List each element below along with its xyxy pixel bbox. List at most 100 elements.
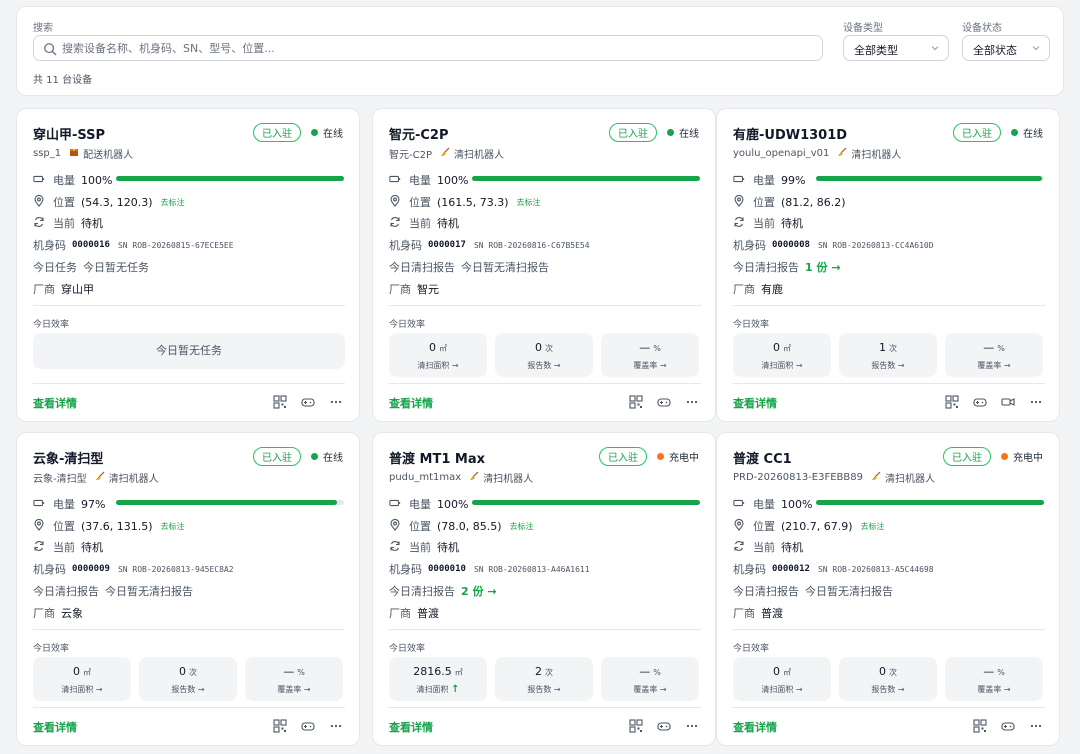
search-box[interactable] bbox=[33, 35, 823, 61]
qrcode-icon[interactable] bbox=[629, 394, 643, 409]
metric-tile[interactable]: 0 ㎡ 清扫面积 → bbox=[733, 333, 831, 377]
task-row: 今日任务 今日暂无任务 bbox=[33, 259, 149, 275]
mark-link[interactable]: 去标注 bbox=[517, 197, 541, 208]
metric-unit: % bbox=[653, 668, 661, 677]
report-link[interactable]: 1 份 → bbox=[805, 259, 841, 275]
qrcode-icon[interactable] bbox=[973, 718, 987, 733]
metric-tile[interactable]: 0 ㎡ 清扫面积 → bbox=[733, 657, 831, 701]
mark-link[interactable]: 去标注 bbox=[161, 521, 185, 532]
report-link[interactable]: 2 份 → bbox=[461, 583, 497, 599]
divider bbox=[733, 383, 1045, 384]
view-detail-link[interactable]: 查看详情 bbox=[733, 719, 777, 735]
vendor-value: 云象 bbox=[61, 607, 83, 620]
gamepad-icon[interactable] bbox=[301, 718, 315, 732]
broom-icon bbox=[829, 147, 851, 160]
broom-icon bbox=[461, 471, 483, 484]
device-type: 清扫机器人 bbox=[885, 474, 935, 485]
gamepad-icon[interactable] bbox=[301, 394, 315, 408]
metric-tile[interactable]: —% 覆盖率 → bbox=[945, 657, 1043, 701]
metric-unit: 次 bbox=[889, 344, 897, 353]
device-name: 智元-C2P bbox=[389, 128, 449, 143]
qrcode-icon[interactable] bbox=[945, 394, 959, 409]
filter-panel: 搜索 设备类型 全部类型 设备状态 全部状态 共 11 台设备 bbox=[16, 6, 1064, 96]
metric-tile[interactable]: 0 ㎡ 清扫面积 → bbox=[33, 657, 131, 701]
view-detail-link[interactable]: 查看详情 bbox=[389, 719, 433, 735]
metric-tile[interactable]: 0次 报告数 → bbox=[495, 333, 593, 377]
metric-tile[interactable]: 2次 报告数 → bbox=[495, 657, 593, 701]
mark-link[interactable]: 去标注 bbox=[510, 521, 534, 532]
metric-value: 2816.5 bbox=[413, 665, 452, 678]
joined-badge: 已入驻 bbox=[943, 447, 991, 466]
metric-value: 2 bbox=[535, 665, 542, 678]
metric-tile[interactable]: —% 覆盖率 → bbox=[601, 333, 699, 377]
divider bbox=[733, 629, 1045, 630]
mark-link[interactable]: 去标注 bbox=[861, 521, 885, 532]
device-model: youlu_openapi_v01 bbox=[733, 148, 830, 159]
gamepad-icon[interactable] bbox=[657, 394, 671, 408]
battery-value: 100% bbox=[437, 497, 469, 511]
metric-tile[interactable]: —% 覆盖率 → bbox=[601, 657, 699, 701]
position-value: (210.7, 67.9) bbox=[781, 519, 853, 533]
battery-label: 电量 bbox=[409, 498, 431, 511]
current-row: 当前 待机 bbox=[389, 539, 459, 555]
device-model: ssp_1 bbox=[33, 148, 62, 159]
status-dot bbox=[311, 453, 318, 460]
qrcode-icon[interactable] bbox=[273, 394, 287, 409]
gamepad-icon[interactable] bbox=[657, 718, 671, 732]
current-value: 待机 bbox=[781, 217, 803, 230]
metric-tile[interactable]: 0 ㎡ 清扫面积 → bbox=[389, 333, 487, 377]
more-icon[interactable] bbox=[329, 718, 343, 732]
battery-value: 97% bbox=[81, 497, 106, 511]
metric-value: — bbox=[639, 341, 651, 354]
video-icon[interactable] bbox=[1001, 394, 1015, 408]
location-icon bbox=[733, 194, 753, 210]
metric-value: 0 bbox=[429, 341, 436, 354]
metric-tile[interactable]: —% 覆盖率 → bbox=[945, 333, 1043, 377]
more-icon[interactable] bbox=[1029, 394, 1043, 408]
metric-tile[interactable]: —% 覆盖率 → bbox=[245, 657, 343, 701]
device-type: 清扫机器人 bbox=[851, 150, 902, 161]
divider bbox=[33, 305, 345, 306]
gamepad-icon[interactable] bbox=[973, 394, 987, 408]
metric-tile[interactable]: 0次 报告数 → bbox=[139, 657, 237, 701]
qrcode-icon[interactable] bbox=[629, 718, 643, 733]
device-count: 共 11 台设备 bbox=[33, 75, 93, 86]
metric-label: 清扫面积 → bbox=[761, 361, 803, 370]
current-label: 当前 bbox=[753, 217, 775, 230]
qrcode-icon[interactable] bbox=[273, 718, 287, 733]
code-label: 机身码 bbox=[733, 239, 766, 252]
view-detail-link[interactable]: 查看详情 bbox=[33, 395, 77, 411]
card-actions bbox=[259, 718, 343, 733]
code-row: 机身码 0000008 SN ROB-20260813-CC4A610D bbox=[733, 237, 934, 253]
battery-row: 电量 99% bbox=[733, 172, 805, 188]
efficiency-label: 今日效率 bbox=[389, 320, 426, 330]
view-detail-link[interactable]: 查看详情 bbox=[733, 395, 777, 411]
metric-label: 报告数 → bbox=[527, 361, 561, 370]
task-label: 今日清扫报告 bbox=[733, 585, 799, 598]
code-label: 机身码 bbox=[389, 563, 422, 576]
joined-badge: 已入驻 bbox=[253, 123, 301, 142]
gamepad-icon[interactable] bbox=[1001, 718, 1015, 732]
current-value: 待机 bbox=[81, 217, 103, 230]
more-icon[interactable] bbox=[1029, 718, 1043, 732]
metric-tile[interactable]: 2816.5 ㎡ 清扫面积 ↑ bbox=[389, 657, 487, 701]
code-value: 0000010 bbox=[428, 564, 466, 574]
metric-label: 覆盖率 → bbox=[977, 685, 1011, 694]
view-detail-link[interactable]: 查看详情 bbox=[389, 395, 433, 411]
sn-value: ROB-20260813-CC4A610D bbox=[832, 240, 934, 250]
status-select[interactable]: 全部状态 bbox=[962, 35, 1050, 61]
metric-label: 覆盖率 → bbox=[633, 361, 667, 370]
more-icon[interactable] bbox=[329, 394, 343, 408]
battery-value: 99% bbox=[781, 173, 806, 187]
search-input[interactable] bbox=[62, 36, 812, 60]
type-select[interactable]: 全部类型 bbox=[843, 35, 949, 61]
view-detail-link[interactable]: 查看详情 bbox=[33, 719, 77, 735]
metric-tile[interactable]: 1次 报告数 → bbox=[839, 333, 937, 377]
status-dot bbox=[1011, 129, 1018, 136]
metric-tile[interactable]: 0次 报告数 → bbox=[839, 657, 937, 701]
broom-icon bbox=[432, 147, 454, 160]
more-icon[interactable] bbox=[685, 718, 699, 732]
mark-link[interactable]: 去标注 bbox=[161, 197, 185, 208]
metric-label: 清扫面积 → bbox=[417, 361, 459, 370]
more-icon[interactable] bbox=[685, 394, 699, 408]
